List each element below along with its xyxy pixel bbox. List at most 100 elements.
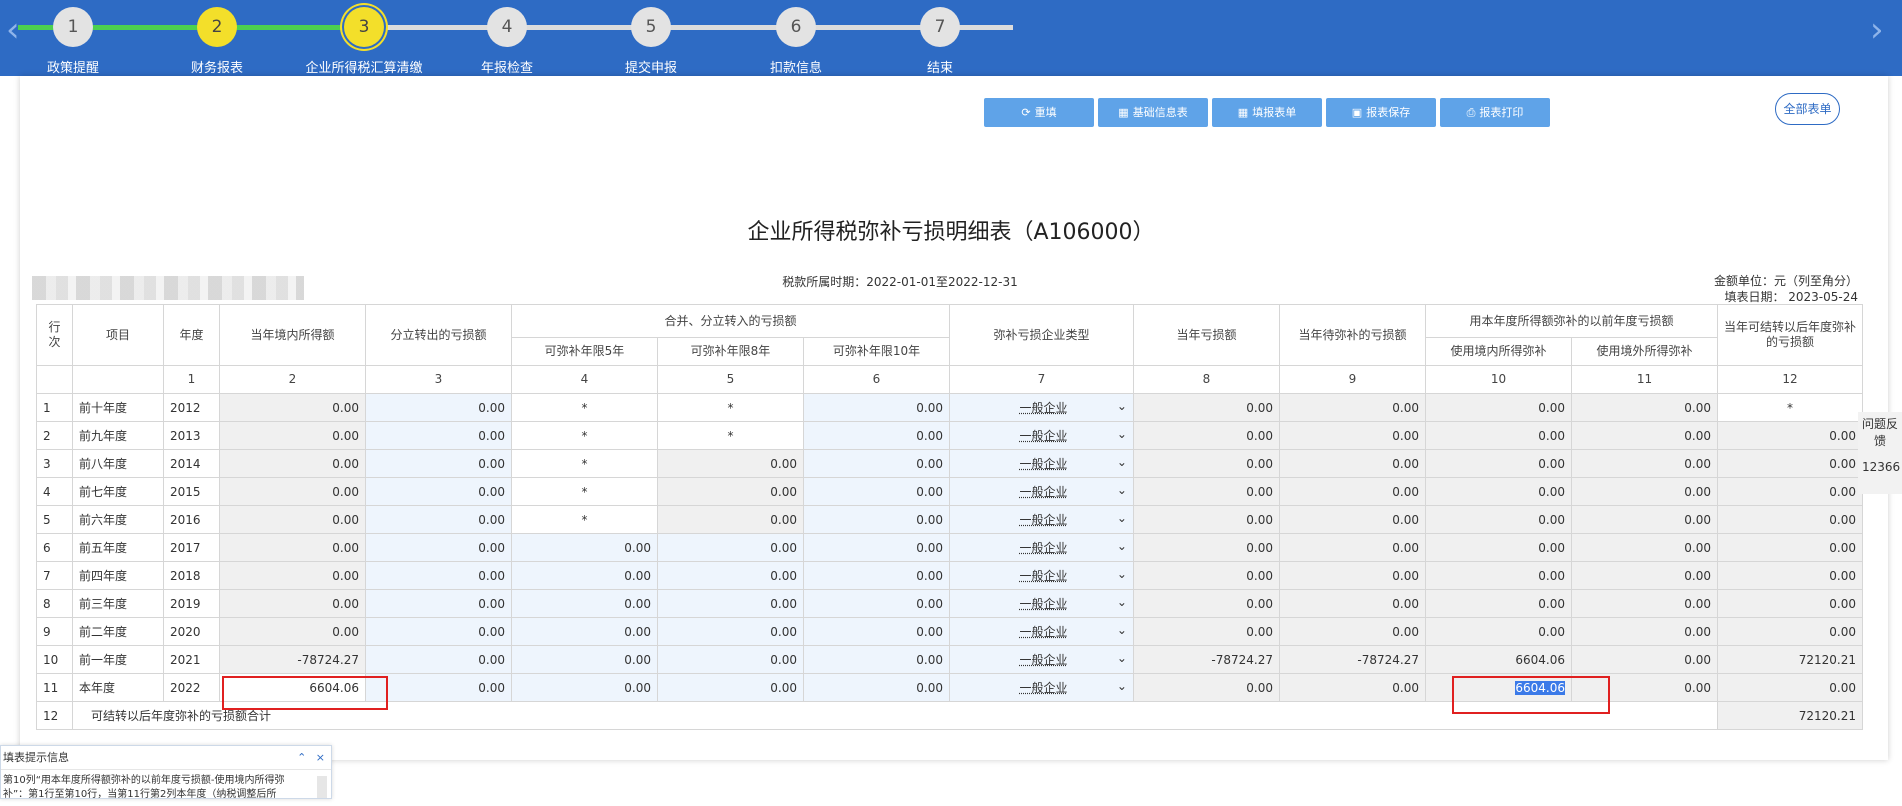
step-7-circle[interactable]: 7 xyxy=(920,7,960,47)
close-icon[interactable]: × xyxy=(316,751,325,764)
c3-cell[interactable]: 0.00 xyxy=(365,393,512,422)
tip-scrollbar[interactable] xyxy=(317,776,327,798)
c3-cell[interactable]: 0.00 xyxy=(365,477,512,506)
progress-line-todo xyxy=(363,25,1013,30)
company-type-select[interactable]: 一般企业 ⌄ xyxy=(949,477,1134,506)
c4-cell[interactable]: 0.00 xyxy=(511,617,658,646)
c2-cell: 0.00 xyxy=(219,561,366,590)
step-1-label[interactable]: 政策提醒 xyxy=(0,57,153,76)
c3-cell[interactable]: 0.00 xyxy=(365,449,512,478)
step-3-label[interactable]: 企业所得税汇算清缴 xyxy=(284,57,444,76)
table-row: 7 前四年度 2018 0.00 0.00 0.00 0.00 0.00 一般企业 ⌄ 0.00 0.… xyxy=(36,561,1863,590)
c5-cell: 0.00 xyxy=(657,477,804,506)
step-5-circle[interactable]: 5 xyxy=(631,7,671,47)
c4-cell[interactable]: 0.00 xyxy=(511,561,658,590)
c6-cell[interactable]: 0.00 xyxy=(803,505,950,534)
c6-cell[interactable]: 0.00 xyxy=(803,561,950,590)
c6-cell[interactable]: 0.00 xyxy=(803,449,950,478)
c8-cell: 0.00 xyxy=(1133,673,1280,702)
c5-cell[interactable]: 0.00 xyxy=(657,589,804,618)
company-type-select[interactable]: 一般企业 ⌄ xyxy=(949,393,1134,422)
total-value: 72120.21 xyxy=(1717,701,1863,730)
hdr-merge-5: 可弥补年限5年 xyxy=(511,337,658,366)
c4-cell[interactable]: * xyxy=(511,505,658,534)
c6-cell[interactable]: 0.00 xyxy=(803,589,950,618)
c6-cell[interactable]: 0.00 xyxy=(803,477,950,506)
c4-cell[interactable]: * xyxy=(511,393,658,422)
row-no-cell: 4 xyxy=(36,477,73,506)
row-no-cell: 5 xyxy=(36,505,73,534)
c5-cell[interactable]: 0.00 xyxy=(657,645,804,674)
company-type-select[interactable]: 一般企业 ⌄ xyxy=(949,589,1134,618)
company-type-select[interactable]: 一般企业 ⌄ xyxy=(949,533,1134,562)
company-type-select[interactable]: 一般企业 ⌄ xyxy=(949,505,1134,534)
c3-cell[interactable]: 0.00 xyxy=(365,617,512,646)
c6-cell[interactable]: 0.00 xyxy=(803,645,950,674)
company-type-select[interactable]: 一般企业 ⌄ xyxy=(949,617,1134,646)
c6-cell[interactable]: 0.00 xyxy=(803,617,950,646)
basic-info-button[interactable]: ▦ 基础信息表 xyxy=(1098,98,1208,127)
c6-cell[interactable]: 0.00 xyxy=(803,393,950,422)
all-forms-button[interactable]: 全部表单 xyxy=(1775,93,1840,125)
c5-cell[interactable]: 0.00 xyxy=(657,533,804,562)
highlight-box-income xyxy=(222,676,388,710)
c5-cell[interactable]: 0.00 xyxy=(657,617,804,646)
c5-cell[interactable]: 0.00 xyxy=(657,673,804,702)
reset-button[interactable]: ⟳ 重填 xyxy=(984,98,1094,127)
step-4-circle[interactable]: 4 xyxy=(487,7,527,47)
company-type-select[interactable]: 一般企业 ⌄ xyxy=(949,421,1134,450)
next-arrow-icon[interactable]: › xyxy=(1870,10,1884,50)
step-4-label[interactable]: 年报检查 xyxy=(427,57,587,76)
c4-cell[interactable]: 0.00 xyxy=(511,589,658,618)
c2-cell: 0.00 xyxy=(219,589,366,618)
col-num: 1 xyxy=(163,365,220,394)
save-button[interactable]: ▣ 报表保存 xyxy=(1326,98,1436,127)
c10-cell: 0.00 xyxy=(1425,477,1572,506)
year-cell: 2017 xyxy=(163,533,220,562)
c6-cell[interactable]: 0.00 xyxy=(803,421,950,450)
company-type-select[interactable]: 一般企业 ⌄ xyxy=(949,673,1134,702)
c3-cell[interactable]: 0.00 xyxy=(365,533,512,562)
collapse-icon[interactable]: ⌃ xyxy=(297,751,306,764)
c9-cell: 0.00 xyxy=(1279,561,1426,590)
c4-cell[interactable]: 0.00 xyxy=(511,645,658,674)
step-2-label[interactable]: 财务报表 xyxy=(137,57,297,76)
step-7-label[interactable]: 结束 xyxy=(860,57,1020,76)
hdr-used-domestic: 使用境内所得弥补 xyxy=(1425,337,1572,366)
print-button[interactable]: ⎙ 报表打印 xyxy=(1440,98,1550,127)
c6-cell[interactable]: 0.00 xyxy=(803,533,950,562)
c3-cell[interactable]: 0.00 xyxy=(365,421,512,450)
row-no-cell: 10 xyxy=(36,645,73,674)
c3-cell[interactable]: 0.00 xyxy=(365,505,512,534)
feedback-tab[interactable]: 问题反馈 xyxy=(1858,412,1902,494)
chevron-down-icon: ⌄ xyxy=(1116,511,1127,525)
fill-forms-button[interactable]: ▦ 填报表单 xyxy=(1212,98,1322,127)
company-type-value: 一般企业 xyxy=(1019,569,1068,583)
step-3-circle[interactable]: 3 xyxy=(344,7,384,47)
step-2-circle[interactable]: 2 xyxy=(197,7,237,47)
c6-cell[interactable]: 0.00 xyxy=(803,673,950,702)
c4-cell[interactable]: 0.00 xyxy=(511,533,658,562)
c5-cell[interactable]: * xyxy=(657,421,804,450)
step-5-label[interactable]: 提交申报 xyxy=(571,57,731,76)
step-1-circle[interactable]: 1 xyxy=(53,7,93,47)
c3-cell[interactable]: 0.00 xyxy=(365,645,512,674)
prev-arrow-icon[interactable]: ‹ xyxy=(6,10,20,50)
c3-cell[interactable]: 0.00 xyxy=(365,561,512,590)
step-6-label[interactable]: 扣款信息 xyxy=(716,57,876,76)
row-no-cell: 9 xyxy=(36,617,73,646)
unit-and-date: 金额单位：元（列至角分） 填表日期： 2023-05-24 xyxy=(1714,273,1858,305)
c5-cell[interactable]: 0.00 xyxy=(657,561,804,590)
step-6-circle[interactable]: 6 xyxy=(776,7,816,47)
company-type-value: 一般企业 xyxy=(1019,653,1068,667)
company-type-select[interactable]: 一般企业 ⌄ xyxy=(949,449,1134,478)
company-type-select[interactable]: 一般企业 ⌄ xyxy=(949,645,1134,674)
company-type-select[interactable]: 一般企业 ⌄ xyxy=(949,561,1134,590)
company-type-value: 一般企业 xyxy=(1019,485,1068,499)
c4-cell[interactable]: 0.00 xyxy=(511,673,658,702)
c4-cell[interactable]: * xyxy=(511,449,658,478)
c4-cell[interactable]: * xyxy=(511,421,658,450)
c3-cell[interactable]: 0.00 xyxy=(365,589,512,618)
c5-cell[interactable]: * xyxy=(657,393,804,422)
c4-cell[interactable]: * xyxy=(511,477,658,506)
